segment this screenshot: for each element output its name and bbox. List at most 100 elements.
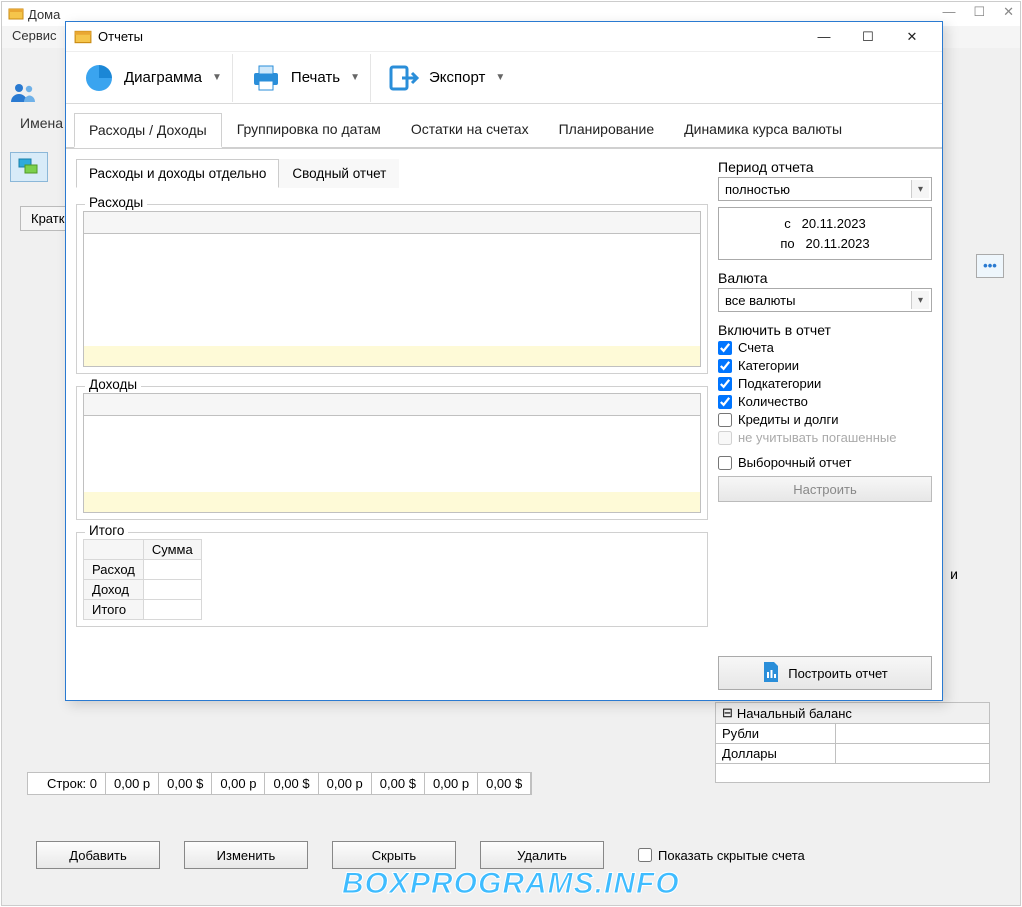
menu-service[interactable]: Сервис (12, 28, 57, 43)
expenses-legend: Расходы (85, 195, 147, 210)
configure-button: Настроить (718, 476, 932, 502)
from-date: 20.11.2023 (802, 216, 866, 231)
watermark: BOXPROGRAMS.INFO (342, 867, 680, 901)
check-ignore-paid: не учитывать погашенные (718, 430, 932, 445)
export-label: Экспорт (429, 69, 485, 86)
print-button[interactable]: Печать ▼ (239, 54, 371, 102)
totals-table: Сумма Расход Доход Итого (83, 539, 202, 620)
balance-value (836, 744, 848, 763)
delete-button[interactable]: Удалить (480, 841, 604, 869)
checkbox-input[interactable] (718, 359, 732, 373)
income-grid[interactable] (83, 393, 701, 513)
maximize-button[interactable]: ☐ (846, 23, 890, 51)
right-pane: Период отчета полностью ▾ с 20.11.2023 п… (718, 159, 932, 690)
report-icon (762, 662, 780, 685)
pie-chart-icon (82, 61, 116, 95)
chart-button[interactable]: Диаграмма ▼ (72, 54, 233, 102)
checkbox-label: Счета (738, 340, 774, 355)
grid-header (84, 212, 700, 234)
bg-title: Дома (28, 7, 60, 22)
hide-button[interactable]: Скрыть (332, 841, 456, 869)
add-button[interactable]: Добавить (36, 841, 160, 869)
balance-currency-label: Доллары (716, 744, 836, 763)
checkbox-input[interactable] (718, 395, 732, 409)
bg-close-icon[interactable]: ✕ (1003, 4, 1014, 20)
tab-group-by-date[interactable]: Группировка по датам (222, 112, 396, 147)
include-label: Включить в отчет (718, 322, 932, 338)
to-date: 20.11.2023 (806, 236, 870, 251)
tab-expenses-income[interactable]: Расходы / Доходы (74, 113, 222, 148)
printer-icon (249, 61, 283, 95)
names-button[interactable]: Имена (10, 111, 73, 135)
check-quantity[interactable]: Количество (718, 394, 932, 409)
checkbox-label: Подкатегории (738, 376, 821, 391)
export-button[interactable]: Экспорт ▼ (377, 54, 515, 102)
check-categories[interactable]: Категории (718, 358, 932, 373)
bg-maximize-icon[interactable]: ☐ (973, 4, 985, 20)
grid-body (84, 416, 700, 512)
checkbox-input[interactable] (718, 377, 732, 391)
checkbox-input[interactable] (718, 456, 732, 470)
collapse-icon[interactable]: ⊟ (722, 705, 733, 721)
totals-row-label: Итого (84, 600, 144, 620)
view-mode-button[interactable] (10, 152, 48, 182)
checkbox-label: Категории (738, 358, 799, 373)
include-checklist: Счета Категории Подкатегории Количество … (718, 340, 932, 445)
totals-group: Итого Сумма Расход Доход Итого (76, 532, 708, 627)
close-button[interactable]: ✕ (890, 23, 934, 51)
grid-body (84, 234, 700, 366)
side-fragment: и (950, 566, 958, 582)
reports-app-icon (74, 28, 92, 46)
footer-cell: 0,00 р (106, 773, 159, 794)
checkbox-label: Кредиты и долги (738, 412, 839, 427)
reports-title: Отчеты (98, 29, 143, 44)
tab-planning[interactable]: Планирование (544, 112, 670, 147)
bg-minimize-icon[interactable]: — (942, 4, 955, 20)
minimize-button[interactable]: — (802, 23, 846, 51)
people-icon[interactable] (10, 82, 73, 111)
period-label: Период отчета (718, 159, 932, 175)
subtab-separate[interactable]: Расходы и доходы отдельно (76, 159, 279, 188)
income-legend: Доходы (85, 377, 141, 392)
export-icon (387, 61, 421, 95)
tab-currency-dynamics[interactable]: Динамика курса валюты (669, 112, 857, 147)
selective-report-checkbox[interactable]: Выборочный отчет (718, 455, 932, 470)
check-credits[interactable]: Кредиты и долги (718, 412, 932, 427)
footer-cell: 0,00 $ (265, 773, 318, 794)
footer-cell: Строк: 0 (28, 773, 106, 794)
footer-cell: 0,00 $ (372, 773, 425, 794)
checkbox-label: Количество (738, 394, 808, 409)
check-subcategories[interactable]: Подкатегории (718, 376, 932, 391)
chevron-down-icon: ▼ (495, 72, 505, 83)
chevron-down-icon: ▼ (212, 72, 222, 83)
checkbox-input (718, 431, 732, 445)
app-icon (8, 6, 24, 22)
chevron-down-icon: ▾ (911, 180, 929, 198)
more-button[interactable]: ••• (976, 254, 1004, 278)
initial-balance-panel: ⊟Начальный баланс Рубли Доллары (715, 702, 990, 783)
period-select[interactable]: полностью ▾ (718, 177, 932, 201)
checkbox-input[interactable] (718, 413, 732, 427)
checkbox-input[interactable] (638, 848, 652, 862)
footer-cell: 0,00 р (425, 773, 478, 794)
bg-left-panel: Имена (10, 82, 73, 135)
checkbox-label: Выборочный отчет (738, 455, 851, 470)
left-pane: Расходы и доходы отдельно Сводный отчет … (76, 159, 708, 690)
edit-button[interactable]: Изменить (184, 841, 308, 869)
balance-currency-label: Рубли (716, 724, 836, 743)
currency-label: Валюта (718, 270, 932, 286)
checkbox-input[interactable] (718, 341, 732, 355)
sub-tabbar: Расходы и доходы отдельно Сводный отчет (76, 159, 708, 188)
print-label: Печать (291, 69, 340, 86)
build-report-button[interactable]: Построить отчет (718, 656, 932, 690)
currency-select[interactable]: все валюты ▾ (718, 288, 932, 312)
check-accounts[interactable]: Счета (718, 340, 932, 355)
totals-row-label: Расход (84, 560, 144, 580)
subtab-summary[interactable]: Сводный отчет (279, 159, 399, 188)
show-hidden-accounts-checkbox[interactable]: Показать скрытые счета (638, 848, 805, 863)
expenses-grid[interactable] (83, 211, 701, 367)
reports-content: Расходы и доходы отдельно Сводный отчет … (66, 149, 942, 700)
from-label: с (784, 216, 791, 231)
checkbox-label: не учитывать погашенные (738, 430, 896, 445)
tab-account-balances[interactable]: Остатки на счетах (396, 112, 544, 147)
